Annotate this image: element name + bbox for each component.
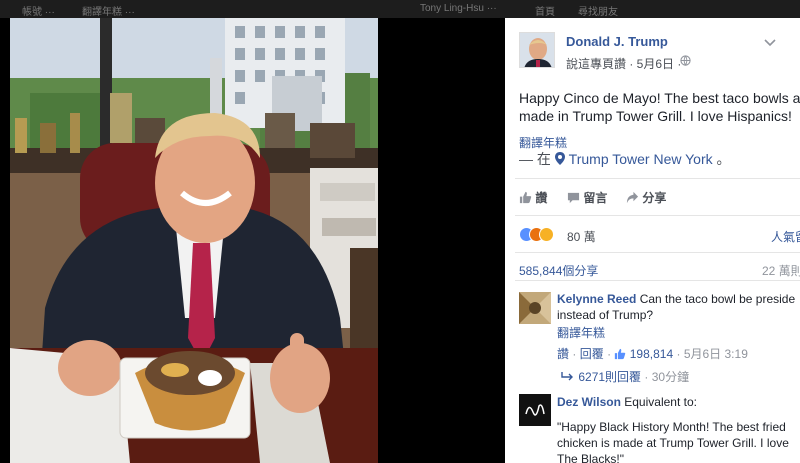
post-text-line: made in Trump Tower Grill. I love Hispan…	[519, 108, 792, 124]
comment-reply-link[interactable]: 回覆	[580, 347, 604, 361]
comment-label: 留言	[583, 191, 608, 205]
location-prefix: — 在	[519, 151, 551, 167]
comment-quote-line: The Blacks!"	[557, 452, 624, 463]
globe-icon	[680, 55, 691, 69]
author-name[interactable]: Donald J. Trump	[566, 34, 668, 49]
post-text-line: Happy Cinco de Mayo! The best taco bowls…	[519, 90, 800, 106]
like-label: 讚	[535, 191, 548, 205]
comment-quote-line: chicken is made at Trump Tower Grill. I …	[557, 436, 789, 450]
reactions-sort[interactable]: 人氣留	[771, 228, 800, 245]
avatar-illustration	[520, 33, 554, 67]
replies-time: · 30分鐘	[644, 370, 690, 384]
comment-button[interactable]: 留言	[567, 189, 607, 207]
comment-timestamp[interactable]: 5月6日 3:19	[684, 347, 748, 361]
share-button[interactable]: 分享	[626, 189, 666, 207]
shares-count[interactable]: 585,844個分享	[519, 262, 598, 279]
share-icon	[626, 191, 639, 207]
reply-arrow-icon	[561, 371, 575, 385]
comment-likes-count[interactable]: 198,814	[630, 347, 673, 361]
thumbs-up-icon	[614, 348, 626, 363]
commenter-avatar[interactable]	[519, 394, 551, 426]
commenter-avatar[interactable]	[519, 292, 551, 324]
share-label: 分享	[642, 191, 667, 205]
thumbs-up-icon	[519, 191, 532, 207]
comment-text: Kelynne Reed Can the taco bowl be presid…	[557, 292, 795, 307]
replies-link[interactable]: 6271則回覆	[578, 370, 641, 384]
top-bar: 帳號 ··· 翻譯年糕 ··· Tony Ling-Hsu ··· 首頁 尋找朋…	[0, 0, 800, 18]
comment-like-link[interactable]: 讚	[557, 347, 569, 361]
photo-viewer	[0, 18, 505, 463]
map-pin-icon	[554, 152, 565, 165]
author-avatar[interactable]	[519, 32, 555, 68]
like-button[interactable]: 讚	[519, 189, 547, 207]
commenter-name[interactable]: Kelynne Reed	[557, 292, 636, 306]
avatar-illustration	[519, 292, 551, 324]
author-meta: 說這專頁讚 · 5月6日 ·	[566, 57, 682, 71]
post-photo[interactable]	[10, 18, 378, 463]
location-link[interactable]: Trump Tower New York	[569, 151, 713, 167]
comment-actions: 讚 · 回覆 · 198,814 · 5月6日 3:19	[557, 347, 748, 363]
location-line: — 在 Trump Tower New York 。	[519, 149, 731, 169]
translate-link[interactable]: 翻譯年糕	[557, 324, 605, 341]
comment-quote-line: "Happy Black History Month! The best fri…	[557, 420, 786, 434]
comment-text-line: instead of Trump?	[557, 308, 654, 322]
comment-text: Dez Wilson Equivalent to:	[557, 395, 697, 409]
topbar-item[interactable]: 首頁	[535, 3, 555, 18]
view-replies[interactable]: 6271則回覆 · 30分鐘	[561, 368, 689, 385]
comment-text-line: Equivalent to:	[624, 395, 697, 409]
post-panel: Donald J. Trump 說這專頁讚 · 5月6日 · Happy Cin…	[505, 18, 800, 463]
topbar-item[interactable]: Tony Ling-Hsu ···	[420, 3, 497, 14]
photo-illustration	[10, 18, 378, 463]
avatar-illustration	[519, 394, 551, 426]
location-suffix: 。	[716, 151, 731, 167]
comment-icon	[567, 191, 580, 207]
topbar-item[interactable]: 帳號 ···	[22, 3, 55, 18]
topbar-item[interactable]: 翻譯年糕 ···	[82, 3, 135, 18]
views-count: 22 萬則	[762, 264, 800, 278]
topbar-item[interactable]: 尋找朋友	[578, 3, 618, 18]
haha-reaction-icon	[539, 227, 554, 242]
commenter-name[interactable]: Dez Wilson	[557, 395, 621, 409]
comment-text-line: Can the taco bowl be preside	[639, 292, 796, 306]
chevron-down-icon[interactable]	[764, 34, 778, 47]
reactions-count[interactable]: 80 萬	[567, 228, 596, 245]
